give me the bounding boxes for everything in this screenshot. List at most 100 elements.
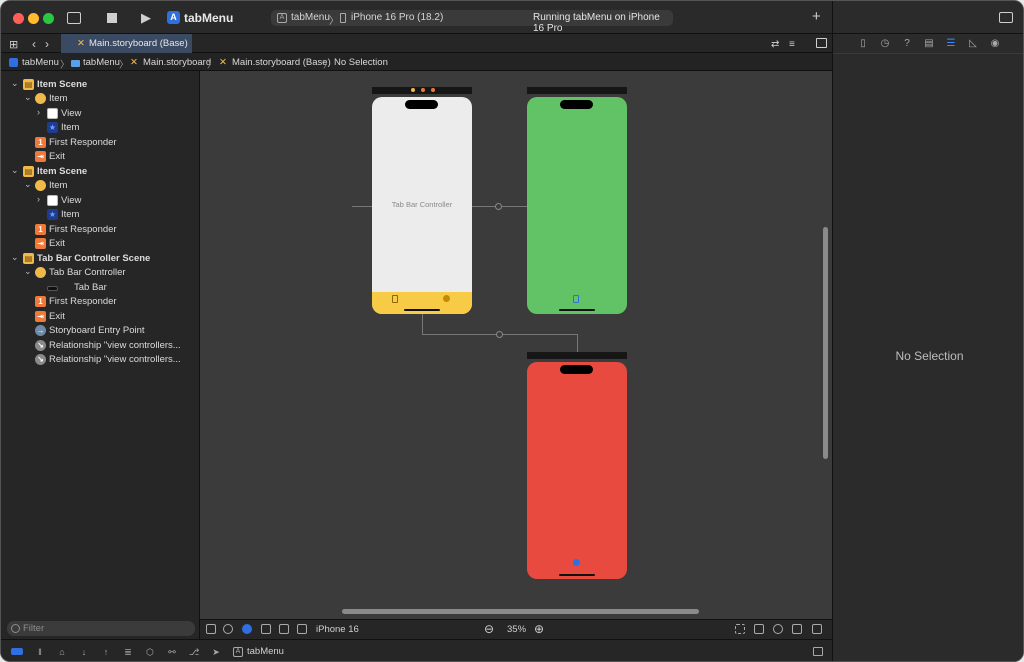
debug-view-icon[interactable]: ≣ bbox=[123, 647, 133, 657]
tab-main-storyboard[interactable]: ✕ Main.storyboard (Base) bbox=[61, 34, 192, 53]
scheme-device[interactable]: iPhone 16 Pro (18.2) bbox=[351, 12, 443, 23]
view-icon bbox=[47, 108, 58, 119]
minimize-button[interactable] bbox=[28, 13, 39, 24]
scene-icon: ▤ bbox=[23, 79, 34, 90]
editor-options-icon[interactable]: ≡ bbox=[789, 37, 795, 53]
forward-icon[interactable]: › bbox=[45, 36, 49, 52]
chevron-down-icon[interactable]: ⌄ bbox=[24, 266, 32, 277]
jumpbar-separator: 〉 bbox=[207, 60, 217, 71]
zoom-level: 35% bbox=[507, 624, 527, 635]
view-controller-icon bbox=[35, 180, 46, 191]
zoom-button[interactable] bbox=[43, 13, 54, 24]
chevron-right-icon[interactable]: › bbox=[37, 107, 40, 117]
outline-label: View bbox=[61, 195, 82, 206]
segue-node[interactable] bbox=[495, 203, 502, 210]
jumpbar-item-selection[interactable]: No Selection bbox=[334, 57, 388, 68]
entry-point-arrow[interactable] bbox=[352, 206, 372, 207]
scene-dock[interactable] bbox=[372, 87, 472, 94]
align-icon[interactable] bbox=[754, 624, 764, 634]
grid-icon[interactable]: ⊞ bbox=[9, 37, 18, 53]
device-selector[interactable]: iPhone 16 bbox=[316, 624, 359, 635]
back-icon[interactable]: ‹ bbox=[32, 36, 36, 52]
file-inspector-icon[interactable]: ▯ bbox=[857, 38, 869, 50]
size-inspector-icon[interactable]: ◺ bbox=[967, 38, 979, 50]
step-over-icon[interactable]: ⌂ bbox=[57, 647, 67, 657]
outline-filter-field[interactable]: Filter bbox=[7, 621, 195, 636]
tab-item-icon[interactable] bbox=[392, 295, 398, 303]
chevron-down-icon[interactable]: ⌄ bbox=[24, 92, 32, 103]
chevron-down-icon[interactable]: ⌄ bbox=[11, 165, 19, 176]
attributes-inspector-icon[interactable]: ☰ bbox=[945, 38, 957, 50]
outline-label: Storyboard Entry Point bbox=[49, 325, 145, 336]
jumpbar-item-base[interactable]: Main.storyboard (Base) bbox=[232, 57, 331, 68]
horizontal-scrollbar[interactable] bbox=[342, 609, 699, 614]
navigator-toggle-icon[interactable] bbox=[67, 12, 81, 24]
pause-icon[interactable]: ‖ bbox=[35, 647, 45, 657]
update-frames-icon[interactable] bbox=[735, 624, 745, 634]
relationship-segue[interactable] bbox=[577, 334, 578, 352]
jumpbar-item-folder[interactable]: tabMenu bbox=[83, 57, 120, 68]
close-button[interactable] bbox=[13, 13, 24, 24]
appearance-icon[interactable] bbox=[223, 624, 233, 634]
zoom-in-icon[interactable]: ⊕ bbox=[534, 622, 544, 636]
add-constraints-icon[interactable] bbox=[773, 624, 783, 634]
run-icon[interactable]: ▶ bbox=[141, 10, 151, 26]
identity-inspector-icon[interactable]: ▤ bbox=[923, 38, 935, 50]
dynamic-island bbox=[560, 100, 593, 109]
outline-toggle-icon[interactable] bbox=[206, 624, 216, 634]
outline-label: Item Scene bbox=[37, 166, 88, 177]
relationship-icon: ↘ bbox=[35, 340, 46, 351]
scene-dock[interactable] bbox=[527, 352, 627, 359]
vertical-scrollbar[interactable] bbox=[823, 227, 828, 459]
relationship-icon: ↘ bbox=[35, 354, 46, 365]
split-editor-icon[interactable] bbox=[816, 38, 827, 48]
environment-icon[interactable]: ⚯ bbox=[167, 647, 177, 657]
chevron-right-icon[interactable]: › bbox=[37, 194, 40, 204]
layout-icon[interactable] bbox=[279, 624, 289, 634]
dynamic-island bbox=[560, 365, 593, 374]
green-item-scene[interactable] bbox=[527, 97, 627, 314]
jumpbar-item-project[interactable]: tabMenu bbox=[22, 57, 59, 68]
storyboard-canvas[interactable]: Tab Bar Controller bbox=[200, 71, 832, 619]
outline-label: Item bbox=[61, 209, 80, 220]
chevron-down-icon[interactable]: ⌄ bbox=[11, 252, 19, 263]
simulate-location-icon[interactable]: ⎇ bbox=[189, 647, 199, 657]
red-item-scene[interactable] bbox=[527, 362, 627, 579]
star-icon: ★ bbox=[47, 122, 58, 133]
tab-item-icon[interactable] bbox=[443, 295, 450, 302]
scene-dock[interactable] bbox=[527, 87, 627, 94]
stop-icon[interactable] bbox=[107, 13, 117, 23]
chevron-down-icon[interactable]: ⌄ bbox=[24, 179, 32, 190]
embed-in-icon[interactable] bbox=[812, 624, 822, 634]
step-into-icon[interactable]: ↓ bbox=[79, 647, 89, 657]
dock-first-responder-icon[interactable] bbox=[421, 88, 425, 92]
connections-inspector-icon[interactable]: ◉ bbox=[989, 38, 1001, 50]
related-items-icon[interactable]: ⇄ bbox=[771, 37, 779, 53]
scheme-selector[interactable]: A tabMenu 〉 iPhone 16 Pro (18.2) Running… bbox=[271, 10, 673, 34]
segue-node[interactable] bbox=[496, 331, 503, 338]
zoom-out-icon[interactable]: ⊖ bbox=[484, 622, 494, 636]
inspector-toggle-icon[interactable] bbox=[999, 12, 1013, 23]
scheme-project[interactable]: tabMenu bbox=[291, 12, 330, 23]
resolve-issues-icon[interactable] bbox=[792, 624, 802, 634]
dock-exit-icon[interactable] bbox=[431, 88, 435, 92]
device-icon[interactable] bbox=[297, 624, 307, 634]
help-inspector-icon[interactable]: ? bbox=[901, 38, 913, 50]
console-toggle-icon[interactable] bbox=[11, 648, 23, 655]
iphone-icon bbox=[340, 13, 346, 23]
memory-graph-icon[interactable]: ⬡ bbox=[145, 647, 155, 657]
orientation-icon[interactable] bbox=[261, 624, 271, 634]
debug-scheme: tabMenu bbox=[247, 646, 284, 657]
jumpbar-item-storyboard[interactable]: Main.storyboard bbox=[143, 57, 211, 68]
add-icon[interactable]: + bbox=[812, 9, 821, 25]
history-inspector-icon[interactable]: ◷ bbox=[879, 38, 891, 50]
location-arrow-icon[interactable]: ➤ bbox=[211, 647, 221, 657]
relationship-segue[interactable] bbox=[422, 314, 423, 334]
dock-controller-icon[interactable] bbox=[411, 88, 415, 92]
dark-mode-icon[interactable] bbox=[242, 624, 252, 634]
debug-area-toggle-icon[interactable] bbox=[813, 647, 823, 656]
step-out-icon[interactable]: ↑ bbox=[101, 647, 111, 657]
chevron-down-icon[interactable]: ⌄ bbox=[11, 78, 19, 89]
dynamic-island bbox=[405, 100, 438, 109]
tab-bar-controller-scene[interactable]: Tab Bar Controller bbox=[372, 97, 472, 314]
